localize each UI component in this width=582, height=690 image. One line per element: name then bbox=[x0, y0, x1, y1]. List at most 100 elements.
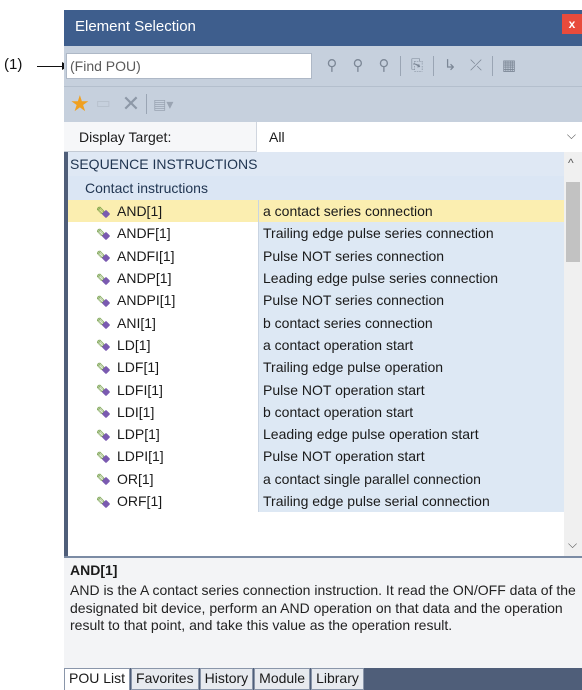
instruction-description: Trailing edge pulse series connection bbox=[258, 222, 564, 245]
search-input[interactable]: (Find POU) bbox=[66, 53, 312, 79]
callout-line bbox=[37, 66, 63, 67]
instruction-rows: ✎ AND[1] a contact series connection ✎ ANDF[… bbox=[68, 200, 564, 513]
tab-module[interactable]: Module bbox=[254, 668, 311, 690]
find-icon[interactable]: ⚲ bbox=[322, 57, 342, 75]
description-text: AND is the A contact series connection i… bbox=[70, 582, 576, 633]
instruction-name-cell: ✎ ANDPI[1] bbox=[68, 289, 258, 311]
instruction-name: LDI[1] bbox=[117, 403, 155, 420]
instruction-icon: ✎ bbox=[96, 471, 113, 486]
instruction-description: Pulse NOT series connection bbox=[258, 289, 564, 312]
list-item[interactable]: ✎ LDI[1] b contact operation start bbox=[68, 400, 564, 423]
list-item[interactable]: ✎ LDF[1] Trailing edge pulse operation bbox=[68, 356, 564, 379]
display-target-row: Display Target: All ⌵ bbox=[64, 122, 582, 152]
callout-label: (1) bbox=[4, 56, 23, 73]
instruction-icon: ✎ bbox=[96, 427, 113, 442]
instruction-name: LDP[1] bbox=[117, 426, 160, 443]
tab-history[interactable]: History bbox=[199, 668, 254, 690]
close-button[interactable]: x bbox=[562, 14, 582, 34]
list-item[interactable]: ✎ LDFI[1] Pulse NOT operation start bbox=[68, 378, 564, 401]
instruction-icon: ✎ bbox=[96, 248, 113, 263]
instruction-name-cell: ✎ LDP[1] bbox=[68, 423, 258, 445]
instruction-description: Pulse NOT series connection bbox=[258, 244, 564, 267]
vertical-scrollbar[interactable]: ^ ⌵ bbox=[564, 152, 582, 556]
instruction-name-cell: ✎ OR[1] bbox=[68, 468, 258, 490]
instruction-name: ANDFI[1] bbox=[117, 247, 175, 264]
instruction-description: a contact single parallel connection bbox=[258, 467, 564, 490]
instruction-icon: ✎ bbox=[96, 204, 113, 219]
search-bar: (Find POU) ⚲ ⚲ ⚲ ⎘ ↳ ⤫ ▦ bbox=[64, 46, 582, 86]
instruction-name: ORF[1] bbox=[117, 493, 163, 509]
instruction-icon: ✎ bbox=[96, 271, 113, 286]
toolbar-separator bbox=[492, 56, 493, 76]
instruction-name-cell: ✎ LDF[1] bbox=[68, 356, 258, 378]
display-target-select[interactable]: All ⌵ bbox=[256, 122, 582, 152]
instruction-name-cell: ✎ LDFI[1] bbox=[68, 378, 258, 400]
instruction-description: Pulse NOT operation start bbox=[258, 378, 564, 401]
list-item[interactable]: ✎ ANDPI[1] Pulse NOT series connection bbox=[68, 289, 564, 312]
instruction-name: LDFI[1] bbox=[117, 381, 163, 398]
properties-icon[interactable]: ▦ bbox=[499, 57, 519, 75]
window-title: Element Selection bbox=[75, 18, 196, 35]
list-item[interactable]: ✎ LDP[1] Leading edge pulse operation star… bbox=[68, 422, 564, 446]
display-target-label: Display Target: bbox=[79, 129, 172, 145]
list-item[interactable]: ✎ ANI[1] b contact series connection bbox=[68, 311, 564, 334]
instruction-name-cell: ✎ LD[1] bbox=[68, 334, 258, 356]
list-item[interactable]: ✎ OR[1] a contact single parallel connecti… bbox=[68, 467, 564, 490]
instruction-name-cell: ✎ ANDP[1] bbox=[68, 267, 258, 289]
find-next-icon[interactable]: ⚲ bbox=[374, 57, 394, 75]
instruction-name: ANI[1] bbox=[117, 314, 156, 331]
element-selection-window: Element Selection x (Find POU) ⚲ ⚲ ⚲ ⎘ ↳… bbox=[64, 10, 582, 690]
instruction-icon: ✎ bbox=[96, 449, 113, 464]
instruction-description: Trailing edge pulse serial connection bbox=[258, 489, 564, 513]
favorites-toolbar: ★ ▭ ✕ ▤▾ bbox=[64, 86, 582, 122]
instruction-icon: ✎ bbox=[96, 226, 113, 241]
instruction-icon: ✎ bbox=[96, 382, 113, 397]
instruction-icon: ✎ bbox=[96, 404, 113, 419]
instruction-icon: ✎ bbox=[96, 360, 113, 375]
bottom-tabs: POU List Favorites History Module Library bbox=[64, 668, 582, 690]
instruction-name-cell: ✎ AND[1] bbox=[68, 200, 258, 223]
toolbar-separator bbox=[146, 94, 148, 114]
add-favorite-icon[interactable]: ★ bbox=[70, 93, 90, 115]
search-tools: ⚲ ⚲ ⚲ ⎘ ↳ ⤫ ▦ bbox=[322, 56, 519, 76]
jump-icon[interactable]: ⎘ bbox=[407, 57, 427, 75]
chevron-down-icon[interactable]: ⌵ bbox=[567, 128, 576, 143]
insert-icon[interactable]: ↳ bbox=[440, 57, 460, 75]
list-item[interactable]: ✎ AND[1] a contact series connection bbox=[68, 200, 564, 223]
instruction-description: b contact operation start bbox=[258, 400, 564, 423]
scrollbar-thumb[interactable] bbox=[566, 182, 580, 262]
sort-icon[interactable]: ▤▾ bbox=[153, 95, 173, 113]
list-item[interactable]: ✎ LDPI[1] Pulse NOT operation start bbox=[68, 445, 564, 468]
instruction-description: a contact series connection bbox=[258, 200, 564, 223]
delete-icon[interactable]: ✕ bbox=[122, 93, 140, 115]
list-item[interactable]: ✎ ORF[1] Trailing edge pulse serial connec… bbox=[68, 489, 564, 513]
list-item[interactable]: ✎ LD[1] a contact operation start bbox=[68, 333, 564, 357]
title-bar: Element Selection x bbox=[64, 10, 582, 46]
new-folder-icon[interactable]: ▭ bbox=[96, 96, 116, 112]
instruction-name: ANDP[1] bbox=[117, 270, 172, 287]
instruction-name-cell: ✎ ANDF[1] bbox=[68, 222, 258, 244]
find-previous-icon[interactable]: ⚲ bbox=[348, 57, 368, 75]
tab-favorites[interactable]: Favorites bbox=[131, 668, 199, 690]
toolbar-separator bbox=[433, 56, 434, 76]
scroll-down-icon[interactable]: ⌵ bbox=[568, 537, 577, 552]
instruction-name-cell: ✎ LDI[1] bbox=[68, 401, 258, 423]
section-header[interactable]: SEQUENCE INSTRUCTIONS bbox=[68, 152, 564, 176]
remove-icon[interactable]: ⤫ bbox=[466, 57, 486, 75]
list-item[interactable]: ✎ ANDFI[1] Pulse NOT series connection bbox=[68, 244, 564, 267]
instruction-description: Trailing edge pulse operation bbox=[258, 356, 564, 379]
instruction-name: LDF[1] bbox=[117, 359, 160, 376]
list-item[interactable]: ✎ ANDF[1] Trailing edge pulse series conne… bbox=[68, 222, 564, 245]
subsection-header[interactable]: Contact instructions bbox=[68, 176, 564, 200]
instruction-description: b contact series connection bbox=[258, 311, 564, 334]
scroll-up-icon[interactable]: ^ bbox=[568, 156, 574, 170]
instruction-icon: ✎ bbox=[96, 293, 113, 308]
instruction-icon: ✎ bbox=[96, 315, 113, 330]
instruction-name-cell: ✎ ANI[1] bbox=[68, 311, 258, 333]
instruction-description: a contact operation start bbox=[258, 333, 564, 357]
instruction-name: OR[1] bbox=[117, 470, 154, 487]
instruction-icon: ✎ bbox=[96, 337, 113, 352]
tab-library[interactable]: Library bbox=[311, 668, 364, 690]
list-item[interactable]: ✎ ANDP[1] Leading edge pulse series connec… bbox=[68, 266, 564, 290]
tab-pou-list[interactable]: POU List bbox=[64, 668, 131, 690]
